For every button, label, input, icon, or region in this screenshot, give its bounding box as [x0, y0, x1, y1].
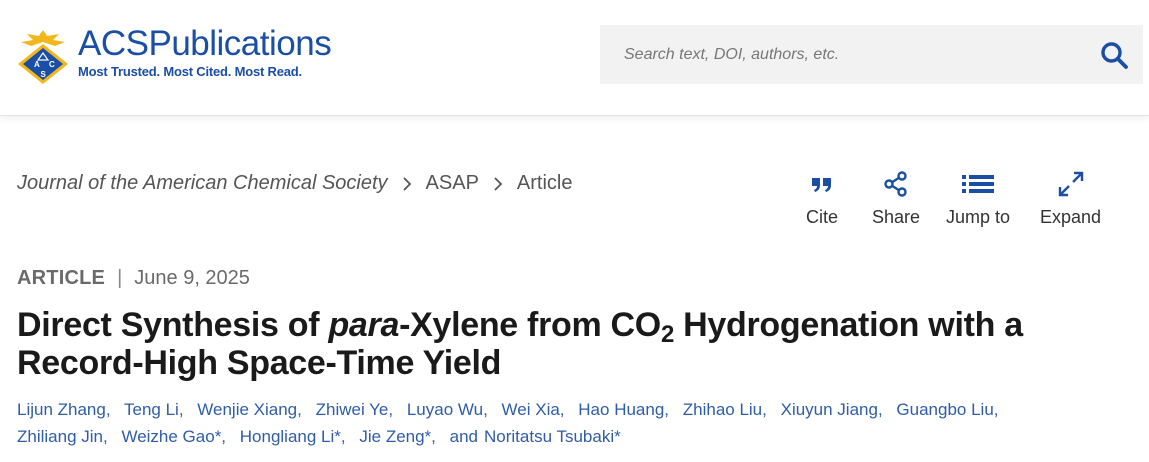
article-type: ARTICLE [17, 267, 106, 289]
list-icon [962, 175, 995, 193]
author-link[interactable]: Jie Zeng*, [359, 427, 436, 446]
article-actions: Cite Share Jump to Expand [800, 170, 1120, 236]
share-button[interactable]: Share [872, 170, 920, 228]
author-list: Lijun Zhang, Teng Li, Wenjie Xiang, Zhiw… [17, 396, 1137, 450]
logo-tagline: Most Trusted. Most Cited. Most Read. [78, 64, 302, 79]
jump-to-button[interactable]: Jump to [946, 170, 1010, 228]
article-title: Direct Synthesis of para-Xylene from CO2… [17, 306, 1023, 382]
author-conjunction: and [449, 427, 479, 446]
svg-text:C: C [49, 60, 55, 69]
expand-icon [1058, 171, 1083, 197]
site-header: A C S ACSPublications Most Trusted. Most… [0, 0, 1149, 116]
expand-label: Expand [1040, 207, 1102, 227]
author-link[interactable]: Teng Li, [124, 400, 184, 419]
breadcrumb: Journal of the American Chemical Society… [17, 172, 572, 195]
share-label: Share [872, 207, 921, 227]
author-link[interactable]: Zhiwei Ye, [316, 400, 394, 419]
meta-separator: | [117, 267, 123, 289]
search-bar [600, 25, 1143, 84]
logo-wordmark: ACSPublications Most Trusted. Most Cited… [78, 24, 332, 80]
acs-publications-logo[interactable]: A C S ACSPublications Most Trusted. Most… [14, 24, 332, 84]
logo-brand: ACSPublications [78, 24, 332, 63]
breadcrumb-article[interactable]: Article [517, 172, 573, 195]
chevron-right-icon [494, 176, 503, 191]
svg-text:S: S [41, 70, 47, 79]
article-meta: ARTICLE | June 9, 2025 [17, 267, 250, 290]
author-link[interactable]: Wei Xia, [502, 400, 565, 419]
search-input[interactable] [624, 45, 1094, 64]
publication-date: June 9, 2025 [134, 267, 250, 289]
author-link[interactable]: Wenjie Xiang, [197, 400, 302, 419]
svg-text:A: A [34, 60, 40, 69]
author-link[interactable]: Xiuyun Jiang, [781, 400, 883, 419]
author-link[interactable]: Weizhe Gao*, [121, 427, 226, 446]
share-icon [884, 171, 907, 197]
cite-button[interactable]: Cite [806, 170, 838, 228]
author-link[interactable]: Luyao Wu, [407, 400, 488, 419]
breadcrumb-asap[interactable]: ASAP [426, 172, 479, 195]
author-link[interactable]: Zhihao Liu, [683, 400, 767, 419]
author-link[interactable]: Guangbo Liu, [896, 400, 998, 419]
jump-to-label: Jump to [946, 207, 1011, 227]
cite-label: Cite [806, 207, 839, 227]
author-link[interactable]: Lijun Zhang, [17, 400, 111, 419]
expand-button[interactable]: Expand [1040, 170, 1101, 228]
chevron-right-icon [402, 176, 411, 191]
author-link[interactable]: Zhiliang Jin, [17, 427, 108, 446]
search-icon[interactable] [1099, 40, 1129, 70]
acs-emblem-icon: A C S [18, 30, 68, 84]
author-link[interactable]: Hongliang Li*, [240, 427, 346, 446]
breadcrumb-journal[interactable]: Journal of the American Chemical Society [17, 172, 388, 195]
quote-icon [812, 178, 831, 192]
author-link[interactable]: Hao Huang, [578, 400, 669, 419]
author-link[interactable]: Noritatsu Tsubaki* [484, 427, 621, 446]
